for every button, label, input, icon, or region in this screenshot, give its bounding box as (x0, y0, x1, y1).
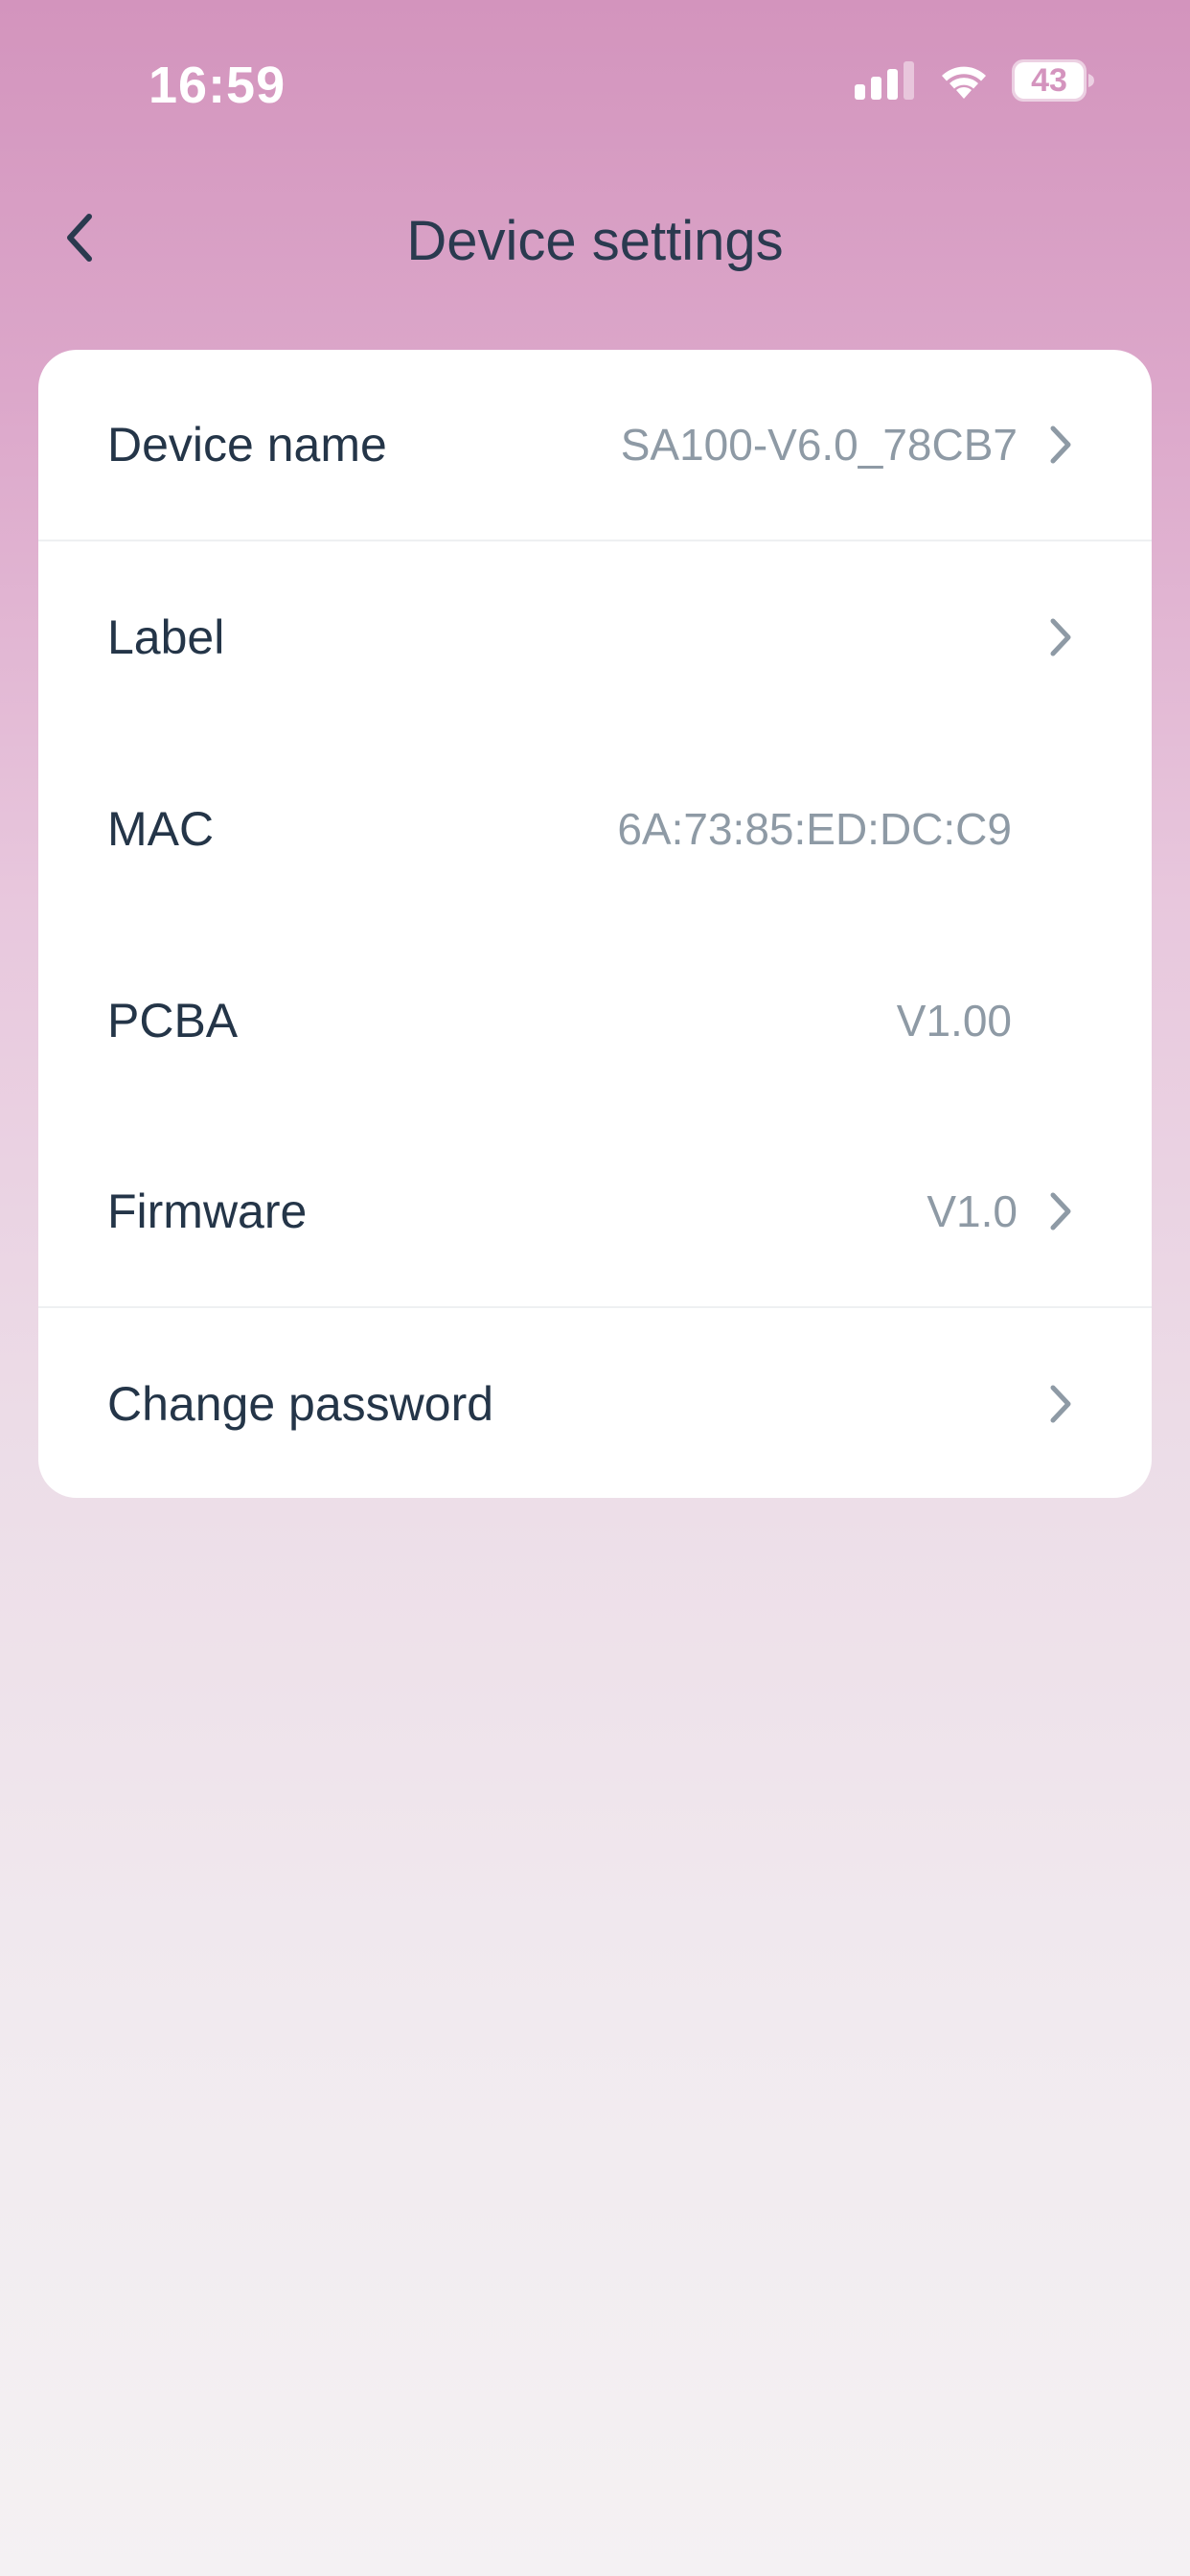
status-time: 16:59 (149, 57, 286, 114)
firmware-row[interactable]: Firmware V1.0 (38, 1116, 1152, 1308)
status-bar: 16:59 43 (0, 0, 1190, 172)
chevron-right-icon (1046, 1383, 1075, 1425)
chevron-right-icon (1046, 1190, 1075, 1232)
wifi-icon (937, 60, 991, 101)
settings-card: Device name SA100-V6.0_78CB7 Label MAC 6… (38, 350, 1152, 1498)
battery-icon: 43 (1012, 59, 1094, 102)
label-label: Label (107, 610, 225, 664)
status-icons: 43 (855, 59, 1094, 102)
mac-value: 6A:73:85:ED:DC:C9 (617, 804, 1012, 854)
signal-icon (855, 61, 916, 100)
firmware-label: Firmware (107, 1184, 308, 1238)
mac-label: MAC (107, 802, 215, 856)
page-title: Device settings (406, 210, 784, 272)
battery-level: 43 (1031, 61, 1067, 99)
pcba-row: PCBA V1.00 (38, 925, 1152, 1116)
device-name-value: SA100-V6.0_78CB7 (620, 420, 1018, 470)
chevron-right-icon (1046, 616, 1075, 658)
change-password-label: Change password (107, 1377, 494, 1431)
header: Device settings (0, 192, 1190, 288)
pcba-label: PCBA (107, 994, 239, 1047)
chevron-right-icon (1046, 424, 1075, 466)
change-password-row[interactable]: Change password (38, 1308, 1152, 1498)
label-row[interactable]: Label (38, 541, 1152, 733)
pcba-value: V1.00 (896, 996, 1012, 1046)
device-name-row[interactable]: Device name SA100-V6.0_78CB7 (38, 350, 1152, 541)
device-name-label: Device name (107, 418, 387, 472)
mac-row: MAC 6A:73:85:ED:DC:C9 (38, 733, 1152, 925)
firmware-value: V1.0 (927, 1186, 1018, 1236)
